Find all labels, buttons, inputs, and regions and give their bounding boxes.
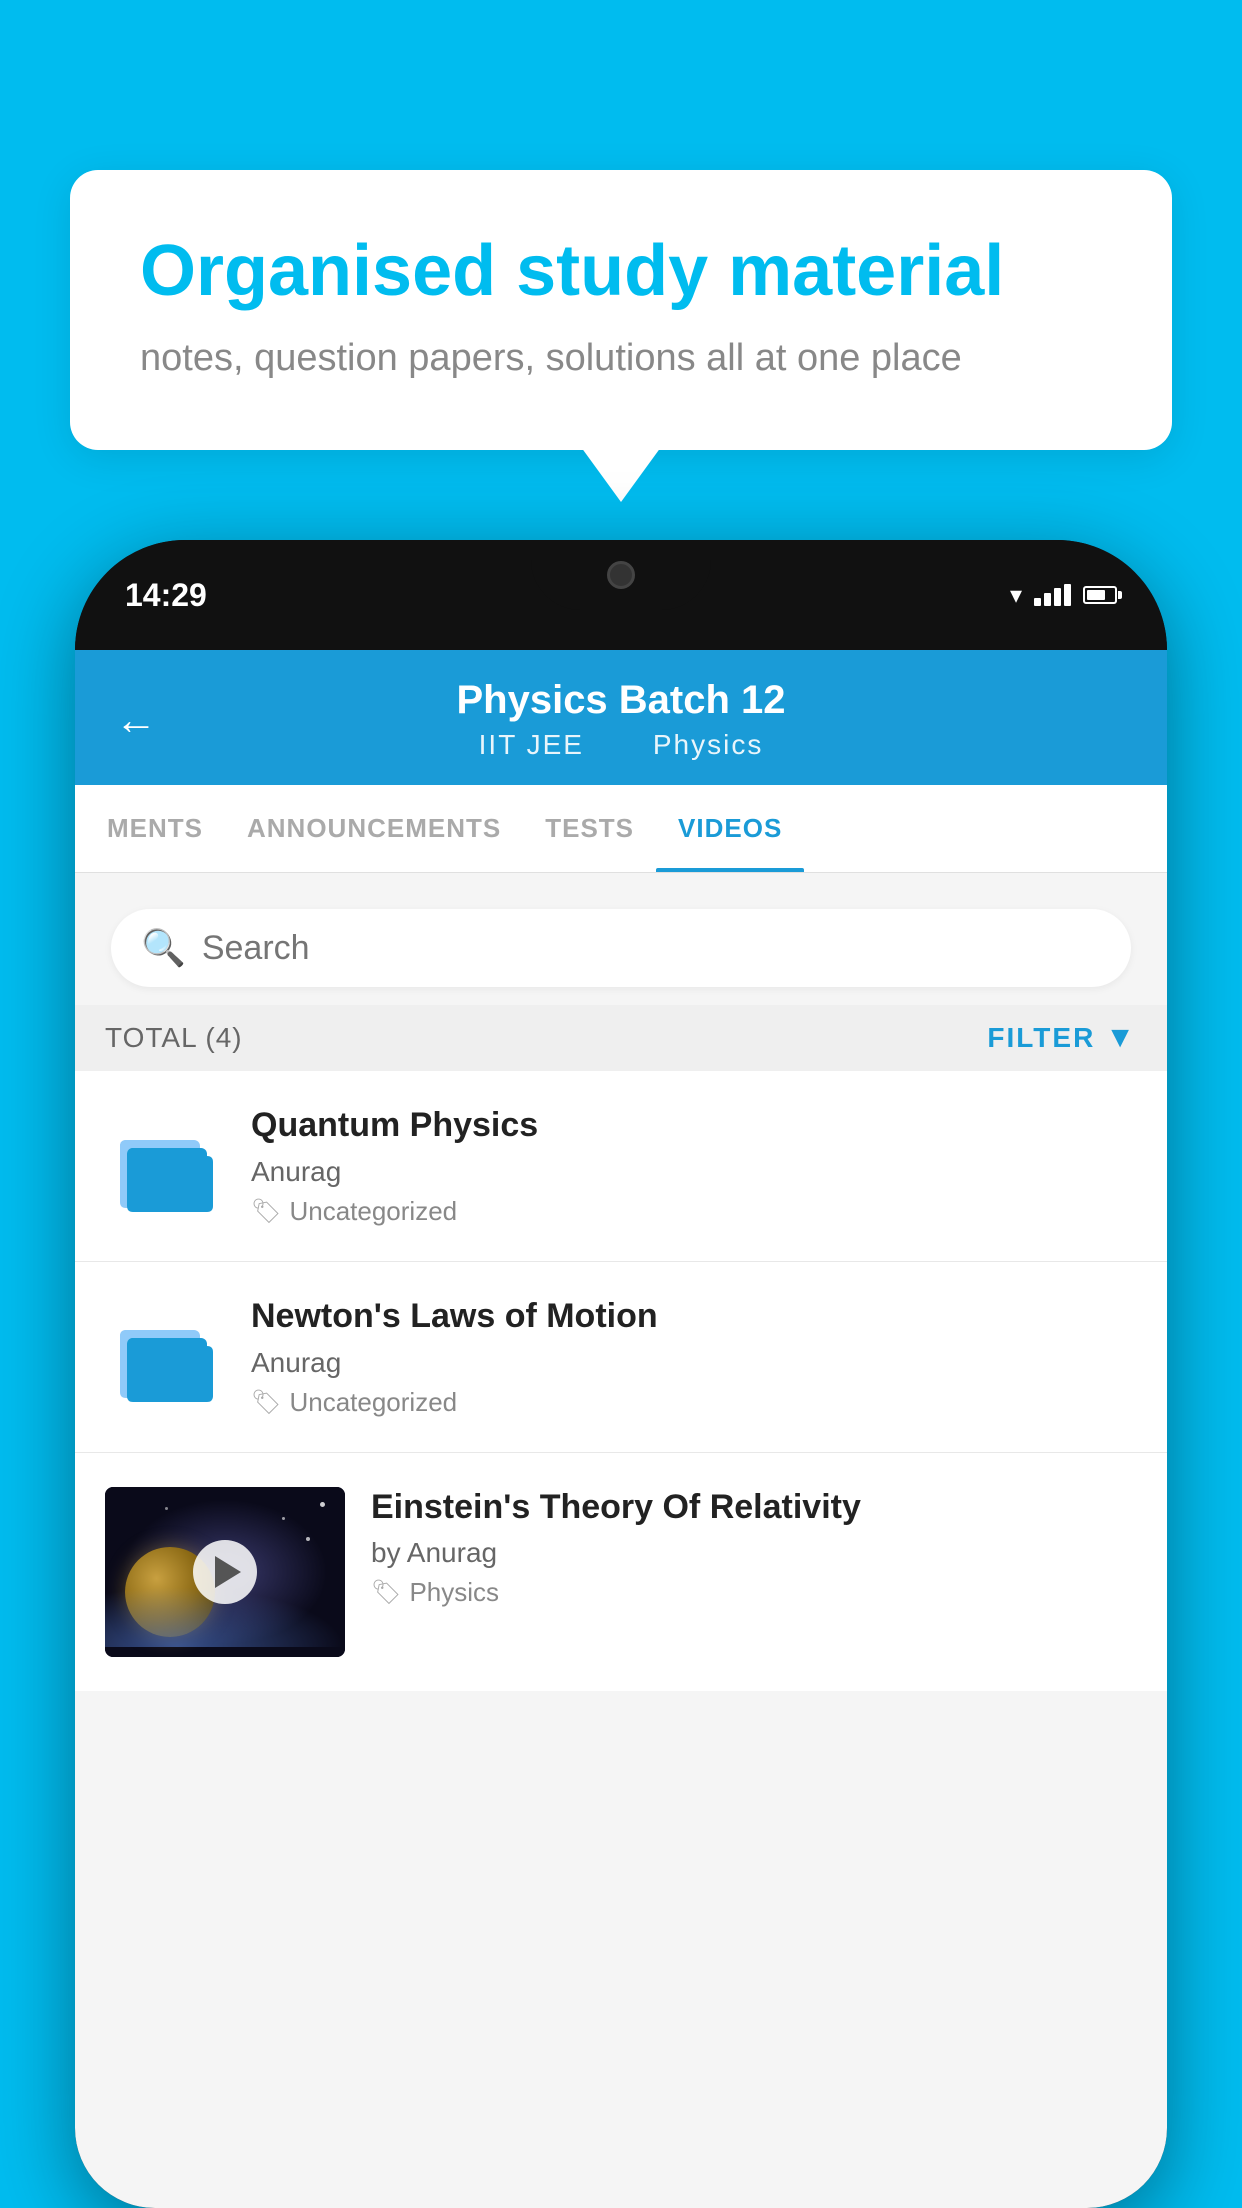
speech-bubble-subtitle: notes, question papers, solutions all at… (140, 337, 1102, 380)
video-title: Quantum Physics (251, 1105, 1137, 1146)
status-bar: 14:29 ▾ (75, 540, 1167, 650)
tab-videos[interactable]: VIDEOS (656, 785, 804, 872)
video-author: Anurag (251, 1156, 1137, 1188)
tag-icon: 🏷 (251, 1197, 281, 1226)
app-screen: ← Physics Batch 12 IIT JEE Physics MENTS… (75, 650, 1167, 2208)
video-title: Newton's Laws of Motion (251, 1296, 1137, 1337)
filter-button[interactable]: FILTER ▼ (987, 1021, 1137, 1055)
status-time: 14:29 (125, 577, 207, 614)
speech-bubble: Organised study material notes, question… (70, 170, 1172, 450)
list-item[interactable]: Einstein's Theory Of Relativity by Anura… (75, 1453, 1167, 1691)
speech-bubble-title: Organised study material (140, 230, 1102, 313)
filter-bar: TOTAL (4) FILTER ▼ (75, 1005, 1167, 1071)
tab-bar: MENTS ANNOUNCEMENTS TESTS VIDEOS (75, 785, 1167, 873)
video-thumbnail (105, 1487, 345, 1657)
camera (607, 561, 635, 589)
filter-icon: ▼ (1105, 1021, 1137, 1055)
list-item[interactable]: Newton's Laws of Motion Anurag 🏷 Uncateg… (75, 1262, 1167, 1453)
tab-ments[interactable]: MENTS (85, 785, 225, 872)
batch-title: Physics Batch 12 (456, 678, 785, 723)
folder-thumbnail (105, 1296, 225, 1416)
video-list: Quantum Physics Anurag 🏷 Uncategorized (75, 1071, 1167, 1691)
status-icons: ▾ (1010, 581, 1117, 610)
phone-notch (531, 540, 711, 610)
search-input[interactable] (202, 929, 1101, 968)
folder-thumbnail (105, 1105, 225, 1225)
search-bar: 🔍 (111, 909, 1131, 987)
video-tag: 🏷 Physics (371, 1577, 1137, 1608)
signal-icon (1034, 584, 1071, 606)
video-tag: 🏷 Uncategorized (251, 1387, 1137, 1418)
tab-tests[interactable]: TESTS (523, 785, 656, 872)
subtitle-iitjee: IIT JEE (479, 729, 584, 760)
video-info: Newton's Laws of Motion Anurag 🏷 Uncateg… (251, 1296, 1137, 1418)
total-count: TOTAL (4) (105, 1022, 243, 1054)
phone-frame: 14:29 ▾ ← Physics B (75, 540, 1167, 2208)
app-header: ← Physics Batch 12 IIT JEE Physics (75, 650, 1167, 785)
video-author: Anurag (251, 1347, 1137, 1379)
subtitle-physics: Physics (653, 729, 763, 760)
batch-subtitle: IIT JEE Physics (456, 729, 785, 761)
video-info: Quantum Physics Anurag 🏷 Uncategorized (251, 1105, 1137, 1227)
filter-label: FILTER (987, 1022, 1095, 1054)
play-button[interactable] (193, 1540, 257, 1604)
wifi-icon: ▾ (1010, 581, 1022, 610)
tag-icon: 🏷 (251, 1388, 281, 1417)
back-button[interactable]: ← (115, 696, 157, 744)
video-title: Einstein's Theory Of Relativity (371, 1487, 1137, 1528)
video-info: Einstein's Theory Of Relativity by Anura… (371, 1487, 1137, 1609)
battery-icon (1083, 586, 1117, 604)
list-item[interactable]: Quantum Physics Anurag 🏷 Uncategorized (75, 1071, 1167, 1262)
folder-icon (115, 1308, 215, 1403)
video-tag: 🏷 Uncategorized (251, 1196, 1137, 1227)
search-icon: 🔍 (141, 927, 186, 969)
tag-icon: 🏷 (371, 1578, 401, 1607)
video-author: by Anurag (371, 1537, 1137, 1569)
tab-announcements[interactable]: ANNOUNCEMENTS (225, 785, 523, 872)
folder-icon (115, 1118, 215, 1213)
